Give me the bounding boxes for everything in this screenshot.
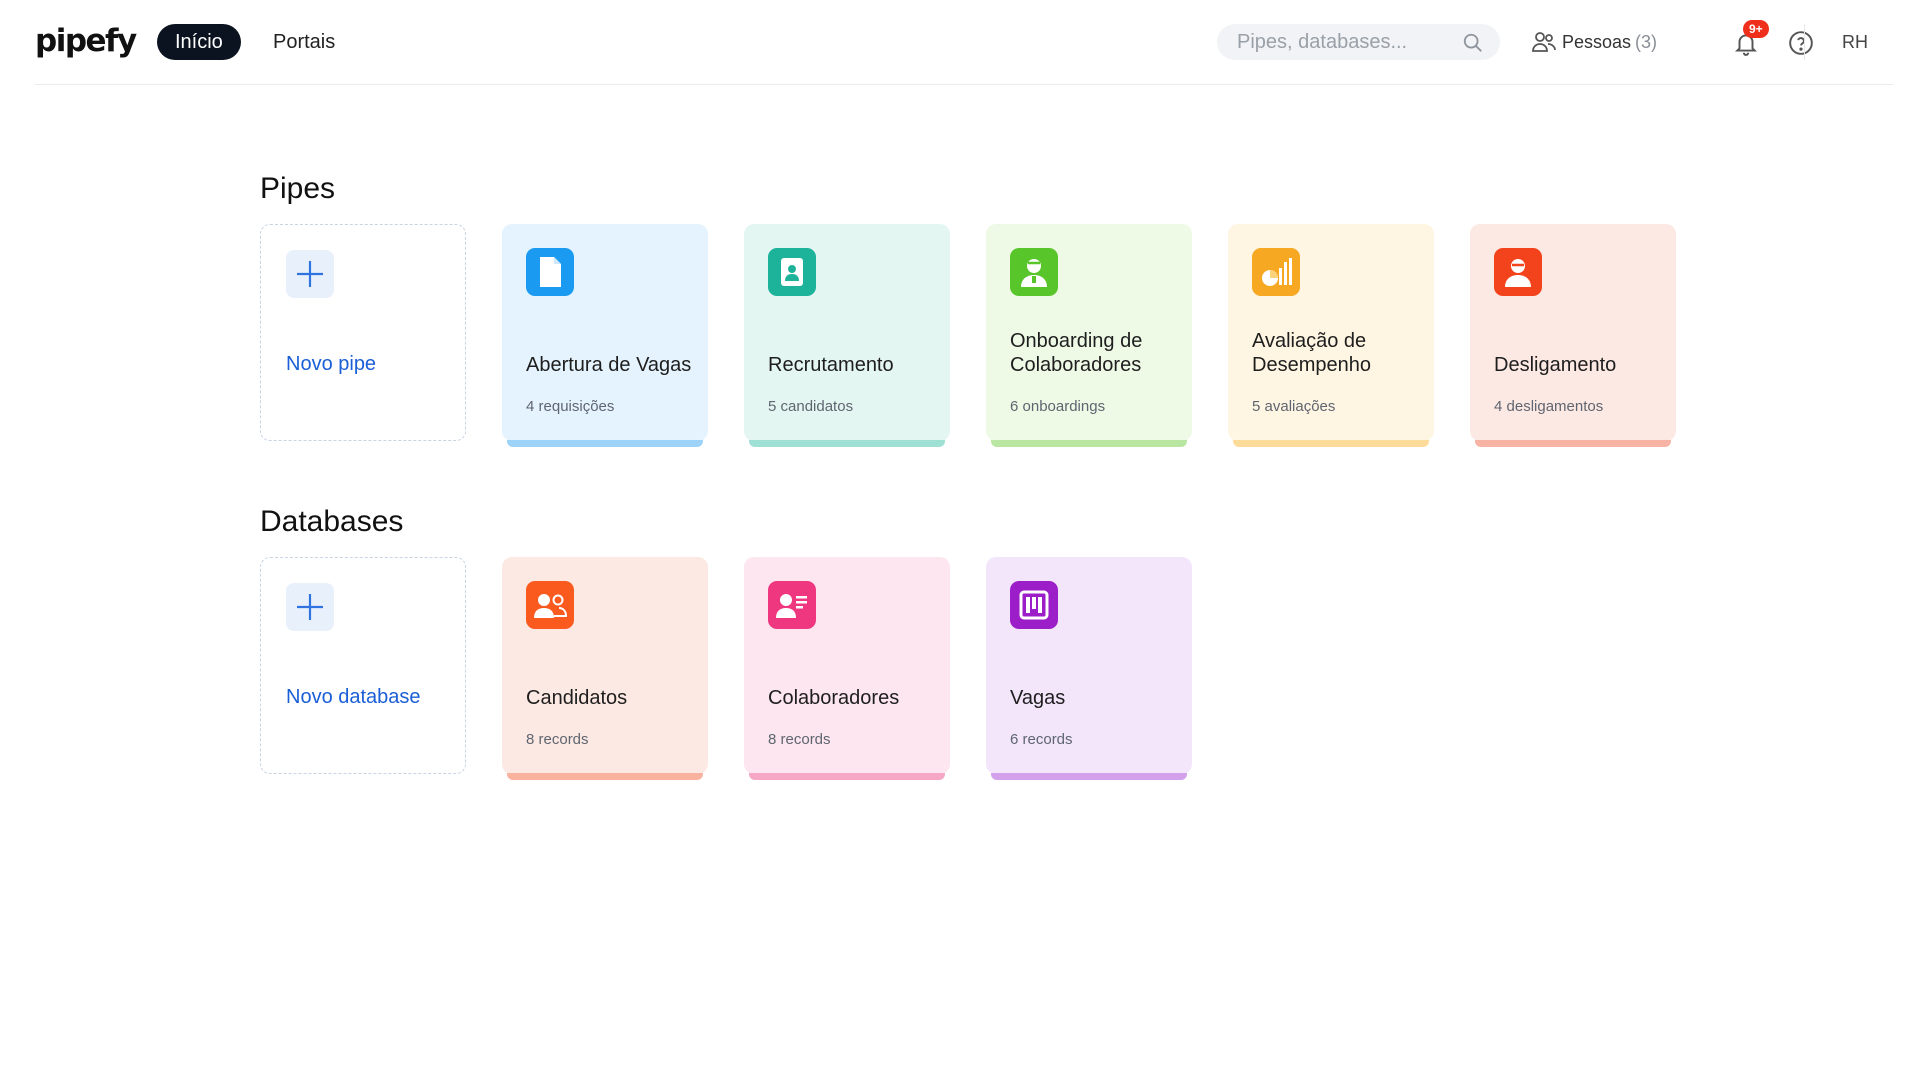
contact-card-icon xyxy=(776,594,807,618)
kanban-icon xyxy=(1019,590,1049,620)
pipe-card-recrutamento[interactable]: Recrutamento 5 candidatos xyxy=(744,224,950,447)
pipe-name: Recrutamento xyxy=(768,354,894,376)
database-count: 8 records xyxy=(526,731,589,748)
pipe-name: Desligamento xyxy=(1494,354,1617,376)
pipe-card-avaliacao-de-desempenho[interactable]: Avaliação de Desempenho 5 avaliações xyxy=(1228,224,1434,447)
person-badge-icon xyxy=(1021,259,1047,287)
card-icon-box xyxy=(526,248,574,296)
pipe-card-desligamento[interactable]: Desligamento 4 desligamentos xyxy=(1470,224,1676,447)
database-card-vagas[interactable]: Vagas 6 records xyxy=(986,557,1192,780)
card-icon-box xyxy=(768,581,816,629)
database-name: Candidatos xyxy=(526,687,628,709)
plus-icon xyxy=(297,261,323,287)
card-icon-box xyxy=(526,581,574,629)
database-name: Colaboradores xyxy=(768,687,900,709)
card-stripe xyxy=(1233,440,1429,447)
database-name: Vagas xyxy=(1010,687,1066,709)
search-box[interactable] xyxy=(1217,24,1500,60)
database-count: 8 records xyxy=(768,731,831,748)
new-database-label: Novo database xyxy=(286,686,421,708)
new-database-card[interactable]: Novo database xyxy=(260,557,466,774)
plus-icon xyxy=(297,594,323,620)
header-divider xyxy=(1804,24,1805,60)
pipe-count: 5 candidatos xyxy=(768,398,854,415)
database-count: 6 records xyxy=(1010,731,1073,748)
user-avatar[interactable]: RH xyxy=(1842,24,1868,60)
card-icon-box xyxy=(1494,248,1542,296)
pipe-count: 6 onboardings xyxy=(1010,398,1106,415)
help-icon[interactable] xyxy=(1788,30,1814,56)
people-icon xyxy=(534,594,568,618)
new-pipe-card[interactable]: Novo pipe xyxy=(260,224,466,441)
database-card-colaboradores[interactable]: Colaboradores 8 records xyxy=(744,557,950,780)
search-input[interactable] xyxy=(1235,24,1455,60)
plus-icon-box xyxy=(286,583,334,631)
card-stripe xyxy=(991,773,1187,780)
database-card-candidatos[interactable]: Candidatos 8 records xyxy=(502,557,708,780)
top-header: pipefy Início Portais Pessoas(3) 9+ RH xyxy=(35,0,1893,85)
notification-badge: 9+ xyxy=(1743,20,1769,38)
card-stripe xyxy=(507,773,703,780)
card-stripe xyxy=(507,440,703,447)
pipe-name: Onboarding de Colaboradores xyxy=(1010,330,1143,376)
card-icon-box xyxy=(768,248,816,296)
pipefy-logo[interactable]: pipefy xyxy=(35,23,137,59)
card-stripe xyxy=(749,440,945,447)
document-icon xyxy=(540,257,561,287)
pipe-count: 4 requisições xyxy=(526,398,615,415)
people-label: Pessoas xyxy=(1562,32,1632,52)
card-icon-box xyxy=(1010,248,1058,296)
nav-inicio[interactable]: Início xyxy=(157,24,241,60)
card-icon-box xyxy=(1252,248,1300,296)
new-pipe-label: Novo pipe xyxy=(286,353,377,375)
search-icon[interactable] xyxy=(1462,32,1484,54)
people-button[interactable]: Pessoas (3) xyxy=(1532,24,1657,60)
id-badge-icon xyxy=(781,258,803,286)
pipe-name: Abertura de Vagas xyxy=(526,354,692,376)
plus-icon-box xyxy=(286,250,334,298)
people-icon xyxy=(1532,32,1556,52)
pipe-card-abertura-de-vagas[interactable]: Abertura de Vagas 4 requisições xyxy=(502,224,708,447)
chart-icon xyxy=(1262,258,1292,286)
pipe-count: 4 desligamentos xyxy=(1494,398,1604,415)
pipe-card-onboarding[interactable]: Onboarding de Colaboradores 6 onboarding… xyxy=(986,224,1192,447)
card-stripe xyxy=(991,440,1187,447)
card-stripe xyxy=(749,773,945,780)
card-stripe xyxy=(1475,440,1671,447)
pipes-section-title: Pipes xyxy=(260,172,336,205)
people-count: (3) xyxy=(1635,32,1658,52)
databases-section-title: Databases xyxy=(260,505,404,538)
person-exit-icon xyxy=(1505,259,1531,287)
nav-portais[interactable]: Portais xyxy=(273,24,335,60)
pipe-count: 5 avaliações xyxy=(1252,398,1336,415)
pipe-name: Avaliação de Desempenho xyxy=(1252,330,1371,376)
card-icon-box xyxy=(1010,581,1058,629)
